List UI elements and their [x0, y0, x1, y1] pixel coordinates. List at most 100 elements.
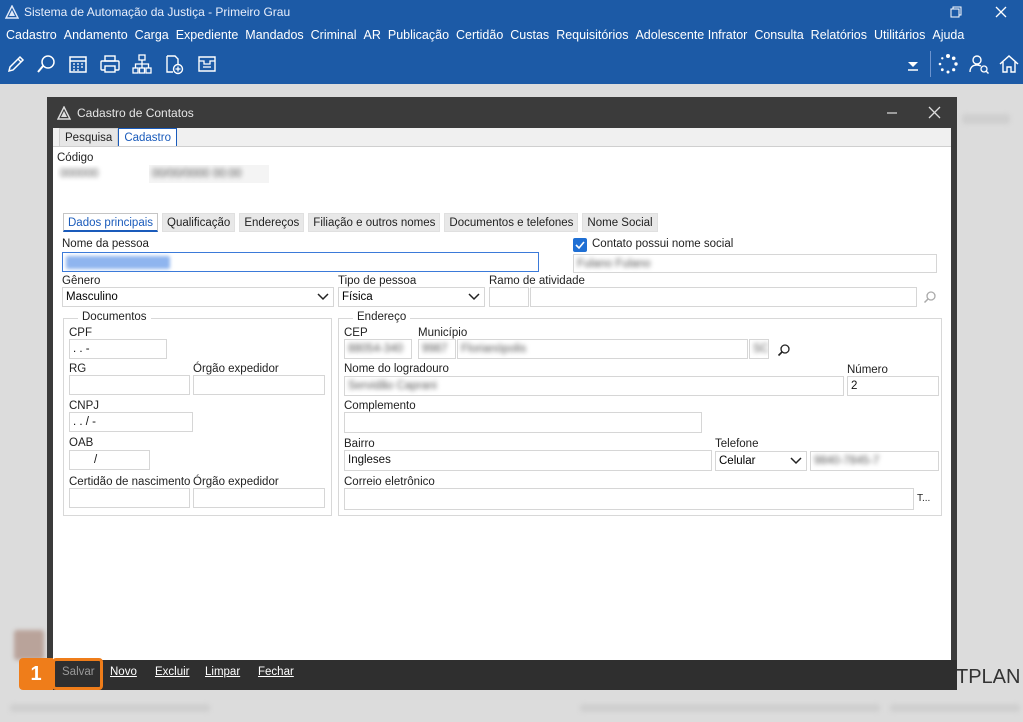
fechar-button[interactable]: Fechar	[258, 666, 294, 678]
search-process-icon[interactable]	[34, 51, 60, 77]
menu-ajuda[interactable]: Ajuda	[929, 28, 967, 42]
menu-criminal[interactable]: Criminal	[308, 28, 360, 42]
window-titlebar: Sistema de Automação da Justiça - Primei…	[0, 0, 1023, 24]
user-search-icon[interactable]	[966, 51, 992, 77]
dialog-titlebar: Cadastro de Contatos	[47, 97, 957, 128]
menu-utilitarios[interactable]: Utilitários	[871, 28, 928, 42]
email-input[interactable]	[344, 488, 914, 510]
certidao-input[interactable]	[69, 488, 190, 508]
orgao-expedidor-input[interactable]	[193, 375, 325, 395]
cnpj-input[interactable]: . . / -	[69, 412, 193, 432]
menu-mandados[interactable]: Mandados	[242, 28, 306, 42]
logradouro-label: Nome do logradouro	[344, 363, 449, 375]
menu-cadastro[interactable]: Cadastro	[3, 28, 60, 42]
rg-input[interactable]	[69, 375, 190, 395]
menu-carga[interactable]: Carga	[132, 28, 172, 42]
sub-tabs: Dados principais Qualificação Endereços …	[63, 213, 658, 233]
oab-label: OAB	[69, 437, 94, 449]
nome-social-checkbox[interactable]	[573, 238, 587, 252]
cpf-input[interactable]: . . -	[69, 339, 167, 359]
orgao-expedidor-label: Órgão expedidor	[193, 363, 279, 375]
bairro-input[interactable]: Ingleses	[344, 450, 712, 471]
municipio-input[interactable]: Florianópolis	[457, 339, 748, 359]
menu-andamento[interactable]: Andamento	[61, 28, 131, 42]
edit-icon[interactable]	[3, 51, 29, 77]
app-logo-icon	[57, 105, 71, 120]
printer-icon[interactable]	[97, 51, 123, 77]
limpar-button[interactable]: Limpar	[205, 666, 240, 678]
nome-social-input[interactable]: Fulano Fulano	[573, 254, 937, 273]
menu-expediente[interactable]: Expediente	[173, 28, 242, 42]
endereco-title: Endereço	[353, 311, 411, 323]
complemento-input[interactable]	[344, 412, 702, 433]
novo-button[interactable]: Novo	[110, 666, 137, 678]
menu-custas[interactable]: Custas	[507, 28, 552, 42]
email-options-button[interactable]: T...	[917, 493, 930, 504]
dialog-footer: Salvar Novo Excluir Limpar Fechar	[47, 660, 957, 690]
org-chart-icon[interactable]	[129, 51, 155, 77]
telefone-input[interactable]: 9840-7845-7	[810, 451, 939, 471]
calendar-icon[interactable]	[65, 51, 91, 77]
ramo-code-input[interactable]	[489, 287, 529, 307]
menu-consulta[interactable]: Consulta	[751, 28, 806, 42]
toolbar	[0, 45, 1023, 84]
subtab-documentos-telefones[interactable]: Documentos e telefones	[444, 213, 579, 232]
minimize-icon[interactable]	[871, 97, 913, 128]
window-title: Sistema de Automação da Justiça - Primei…	[24, 5, 291, 19]
subtab-qualificacao[interactable]: Qualificação	[162, 213, 236, 232]
menu-requisitorios[interactable]: Requisitórios	[553, 28, 631, 42]
nome-input[interactable]	[62, 252, 539, 272]
cep-label: CEP	[344, 327, 368, 339]
complemento-label: Complemento	[344, 400, 416, 412]
codigo-field[interactable]: 000000	[57, 165, 145, 183]
subtab-dados-principais[interactable]: Dados principais	[63, 213, 159, 232]
orgao-expedidor-2-input[interactable]	[193, 488, 325, 508]
ramo-label: Ramo de atividade	[489, 275, 585, 287]
excluir-button[interactable]: Excluir	[155, 666, 190, 678]
logradouro-input[interactable]: Servidão Caprani	[344, 376, 844, 396]
rg-label: RG	[69, 363, 87, 375]
menu-ar[interactable]: AR	[361, 28, 384, 42]
search-icon[interactable]	[777, 343, 791, 357]
menu-relatorios[interactable]: Relatórios	[808, 28, 870, 42]
numero-input[interactable]: 2	[847, 376, 939, 396]
loading-icon[interactable]	[935, 51, 961, 77]
codigo-date-field: 00/00/0000 00:00	[149, 165, 269, 183]
menu-certidao[interactable]: Certidão	[453, 28, 506, 42]
tab-cadastro[interactable]: Cadastro	[118, 128, 177, 146]
certidao-label: Certidão de nascimento	[69, 476, 191, 488]
cpf-label: CPF	[69, 327, 92, 339]
telefone-tipo-value: Celular	[719, 455, 756, 467]
close-icon[interactable]	[978, 0, 1023, 24]
dropdown-arrow-icon[interactable]	[900, 51, 926, 77]
subtab-nome-social[interactable]: Nome Social	[582, 213, 658, 232]
subtab-filiacao[interactable]: Filiação e outros nomes	[308, 213, 441, 232]
oab-input[interactable]: /	[69, 450, 150, 470]
callout-highlight	[52, 658, 103, 690]
app-logo-icon	[5, 5, 19, 19]
subtab-enderecos[interactable]: Endereços	[239, 213, 305, 232]
genero-select[interactable]: Masculino	[62, 287, 334, 307]
tab-pesquisa[interactable]: Pesquisa	[59, 128, 119, 146]
callout-number: 1	[19, 658, 53, 690]
uf-input[interactable]: SC	[749, 339, 769, 359]
add-document-icon[interactable]	[161, 51, 187, 77]
documentos-title: Documentos	[78, 311, 151, 323]
search-icon[interactable]	[923, 290, 937, 304]
dialog-close-icon[interactable]	[913, 97, 955, 128]
cep-input[interactable]: 88054-340	[344, 339, 412, 359]
tray-icon[interactable]	[194, 51, 220, 77]
ramo-desc-input[interactable]	[530, 287, 917, 307]
menu-adolescente-infrator[interactable]: Adolescente Infrator	[632, 28, 750, 42]
home-icon[interactable]	[996, 51, 1022, 77]
nome-social-label: Contato possui nome social	[592, 238, 734, 250]
nome-label: Nome da pessoa	[62, 238, 149, 250]
tipo-pessoa-select[interactable]: Física	[338, 287, 485, 307]
cnpj-label: CNPJ	[69, 400, 100, 412]
menu-publicacao[interactable]: Publicação	[385, 28, 452, 42]
municipio-code-input[interactable]: 9987	[418, 339, 456, 359]
restore-icon[interactable]	[933, 0, 978, 24]
top-tabs: Pesquisa Cadastro	[59, 128, 177, 146]
tipo-pessoa-label: Tipo de pessoa	[338, 275, 417, 287]
telefone-tipo-select[interactable]: Celular	[715, 451, 807, 471]
